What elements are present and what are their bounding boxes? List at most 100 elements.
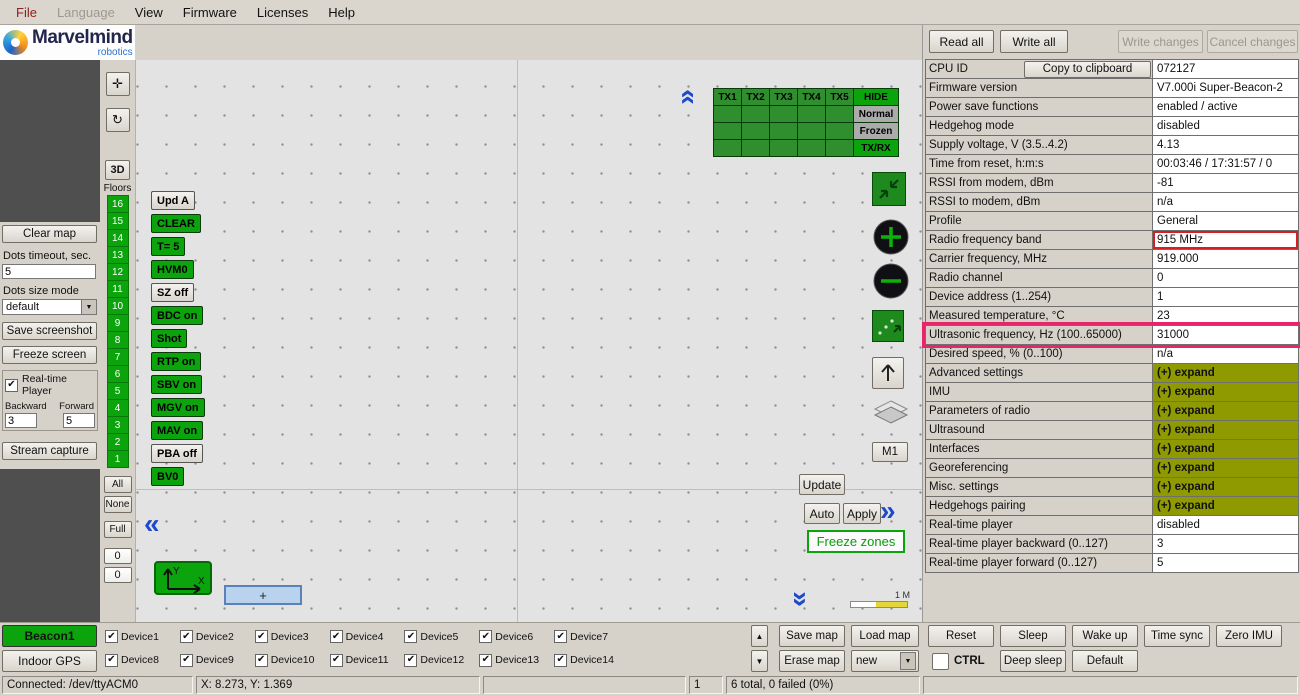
value-real-time-player-backward-0-127[interactable]: 3 xyxy=(1152,534,1299,554)
expand-interfaces[interactable]: (+) expand xyxy=(1152,439,1299,459)
tx-cell[interactable] xyxy=(714,140,742,157)
floor-button-12[interactable]: 12 xyxy=(107,263,129,281)
value-rssi-to-modem-dbm[interactable]: n/a xyxy=(1152,192,1299,212)
menu-view[interactable]: View xyxy=(125,1,173,24)
tx-cell[interactable] xyxy=(798,106,826,123)
deep-sleep-button[interactable]: Deep sleep xyxy=(1000,650,1066,672)
zero-imu-button[interactable]: Zero IMU xyxy=(1216,625,1282,647)
map-slot-select[interactable]: new ▼ xyxy=(851,650,919,672)
expand-imu[interactable]: (+) expand xyxy=(1152,382,1299,402)
save-map-button[interactable]: Save map xyxy=(779,625,845,647)
value-hedgehog-mode[interactable]: disabled xyxy=(1152,116,1299,136)
expand-parameters-of-radio[interactable]: (+) expand xyxy=(1152,401,1299,421)
map-cmd-mav-on[interactable]: MAV on xyxy=(151,421,203,440)
map-canvas[interactable]: » « » » TX1TX2TX3TX4TX5HIDENormalFrozenT… xyxy=(135,60,922,622)
value-profile[interactable]: General xyxy=(1152,211,1299,231)
default-button[interactable]: Default xyxy=(1072,650,1138,672)
map-cmd-hvm0[interactable]: HVM0 xyxy=(151,260,194,279)
device-toggle-9[interactable]: ✔Device9 xyxy=(175,649,250,673)
pan-left-icon[interactable]: « xyxy=(144,510,158,538)
device-checkbox-icon[interactable]: ✔ xyxy=(255,630,268,643)
chevron-down-icon[interactable]: ▼ xyxy=(81,300,96,314)
value-firmware-version[interactable]: V7.000i Super-Beacon-2 xyxy=(1152,78,1299,98)
device-toggle-6[interactable]: ✔Device6 xyxy=(474,625,549,649)
realtime-player-checkbox-icon[interactable]: ✔ xyxy=(5,379,18,392)
tx-header-tx4[interactable]: TX4 xyxy=(798,89,826,106)
erase-map-button[interactable]: Erase map xyxy=(779,650,845,672)
pan-up-icon[interactable]: » xyxy=(672,91,700,105)
clear-map-button[interactable]: Clear map xyxy=(2,225,97,243)
map-cmd-mgv-on[interactable]: MGV on xyxy=(151,398,205,417)
write-changes-button[interactable]: Write changes xyxy=(1118,30,1203,53)
tx-cell[interactable] xyxy=(798,123,826,140)
value-desired-speed-0-100[interactable]: n/a xyxy=(1152,344,1299,364)
freeze-screen-button[interactable]: Freeze screen xyxy=(2,346,97,364)
device-checkbox-icon[interactable]: ✔ xyxy=(479,654,492,667)
time-sync-button[interactable]: Time sync xyxy=(1144,625,1210,647)
device-toggle-13[interactable]: ✔Device13 xyxy=(474,649,549,673)
scroll-up-button[interactable]: ▲ xyxy=(751,625,768,647)
map-cmd-shot[interactable]: Shot xyxy=(151,329,187,348)
floor-button-15[interactable]: 15 xyxy=(107,212,129,230)
value-supply-voltage-v-3-5-4-2[interactable]: 4.13 xyxy=(1152,135,1299,155)
value-measured-temperature-c[interactable]: 23 xyxy=(1152,306,1299,326)
device-checkbox-icon[interactable]: ✔ xyxy=(330,654,343,667)
tx-header-tx5[interactable]: TX5 xyxy=(826,89,854,106)
expand-advanced-settings[interactable]: (+) expand xyxy=(1152,363,1299,383)
read-all-button[interactable]: Read all xyxy=(929,30,994,53)
add-submap-button[interactable]: + xyxy=(224,585,302,605)
tx-cell[interactable] xyxy=(826,140,854,157)
floor-button-6[interactable]: 6 xyxy=(107,365,129,383)
tx-side-hide[interactable]: HIDE xyxy=(854,89,899,106)
floor-button-14[interactable]: 14 xyxy=(107,229,129,247)
floors-full-button[interactable]: Full xyxy=(104,521,132,538)
tx-cell[interactable] xyxy=(826,106,854,123)
tx-side-normal[interactable]: Normal xyxy=(854,106,899,123)
dots-trace-icon[interactable] xyxy=(872,310,904,342)
floor-button-4[interactable]: 4 xyxy=(107,399,129,417)
device-toggle-1[interactable]: ✔Device1 xyxy=(100,625,175,649)
value-radio-channel[interactable]: 0 xyxy=(1152,268,1299,288)
tx-side-frozen[interactable]: Frozen xyxy=(854,123,899,140)
device-checkbox-icon[interactable]: ✔ xyxy=(404,654,417,667)
save-screenshot-button[interactable]: Save screenshot xyxy=(2,322,97,340)
device-toggle-2[interactable]: ✔Device2 xyxy=(175,625,250,649)
tx-cell[interactable] xyxy=(770,106,798,123)
load-map-button[interactable]: Load map xyxy=(851,625,919,647)
floor-button-13[interactable]: 13 xyxy=(107,246,129,264)
device-checkbox-icon[interactable]: ✔ xyxy=(105,654,118,667)
ctrl-checkbox-icon[interactable] xyxy=(932,653,949,670)
value-time-from-reset-h-m-s[interactable]: 00:03:46 / 17:31:57 / 0 xyxy=(1152,154,1299,174)
expand-ultrasound[interactable]: (+) expand xyxy=(1152,420,1299,440)
value-ultrasonic-frequency-hz-100-65000[interactable]: 31000 xyxy=(1152,325,1299,345)
reset-button[interactable]: Reset xyxy=(928,625,994,647)
device-toggle-10[interactable]: ✔Device10 xyxy=(250,649,325,673)
floors-none-button[interactable]: None xyxy=(104,496,132,513)
floor-button-8[interactable]: 8 xyxy=(107,331,129,349)
pan-down-icon[interactable]: » xyxy=(787,591,815,605)
map-cmd-pba-off[interactable]: PBA off xyxy=(151,444,203,463)
floor-button-9[interactable]: 9 xyxy=(107,314,129,332)
menu-firmware[interactable]: Firmware xyxy=(173,1,247,24)
dots-size-mode-select[interactable]: default ▼ xyxy=(2,299,97,315)
device-checkbox-icon[interactable]: ✔ xyxy=(180,654,193,667)
chevron-down-icon[interactable]: ▼ xyxy=(900,652,916,670)
backward-input[interactable] xyxy=(5,413,37,428)
zoom-in-icon[interactable] xyxy=(872,218,910,256)
3d-view-button[interactable]: 3D xyxy=(105,160,130,180)
axes-icon[interactable]: YX xyxy=(154,561,212,595)
value-carrier-frequency-mhz[interactable]: 919.000 xyxy=(1152,249,1299,269)
value-power-save-functions[interactable]: enabled / active xyxy=(1152,97,1299,117)
device-checkbox-icon[interactable]: ✔ xyxy=(105,630,118,643)
floor-button-2[interactable]: 2 xyxy=(107,433,129,451)
stream-capture-button[interactable]: Stream capture xyxy=(2,442,97,460)
rotate-tool-button[interactable]: ↻ xyxy=(106,108,130,132)
ctrl-toggle[interactable]: CTRL xyxy=(928,650,994,672)
copy-to-clipboard-button[interactable]: Copy to clipboard xyxy=(1024,61,1151,78)
indoor-gps-tab-button[interactable]: Indoor GPS xyxy=(2,650,97,672)
expand-georeferencing[interactable]: (+) expand xyxy=(1152,458,1299,478)
value-cpu-id[interactable]: 072127 xyxy=(1152,59,1299,79)
zoom-out-icon[interactable] xyxy=(872,262,910,300)
device-toggle-7[interactable]: ✔Device7 xyxy=(549,625,624,649)
m1-mode-button[interactable]: M1 xyxy=(872,442,908,462)
